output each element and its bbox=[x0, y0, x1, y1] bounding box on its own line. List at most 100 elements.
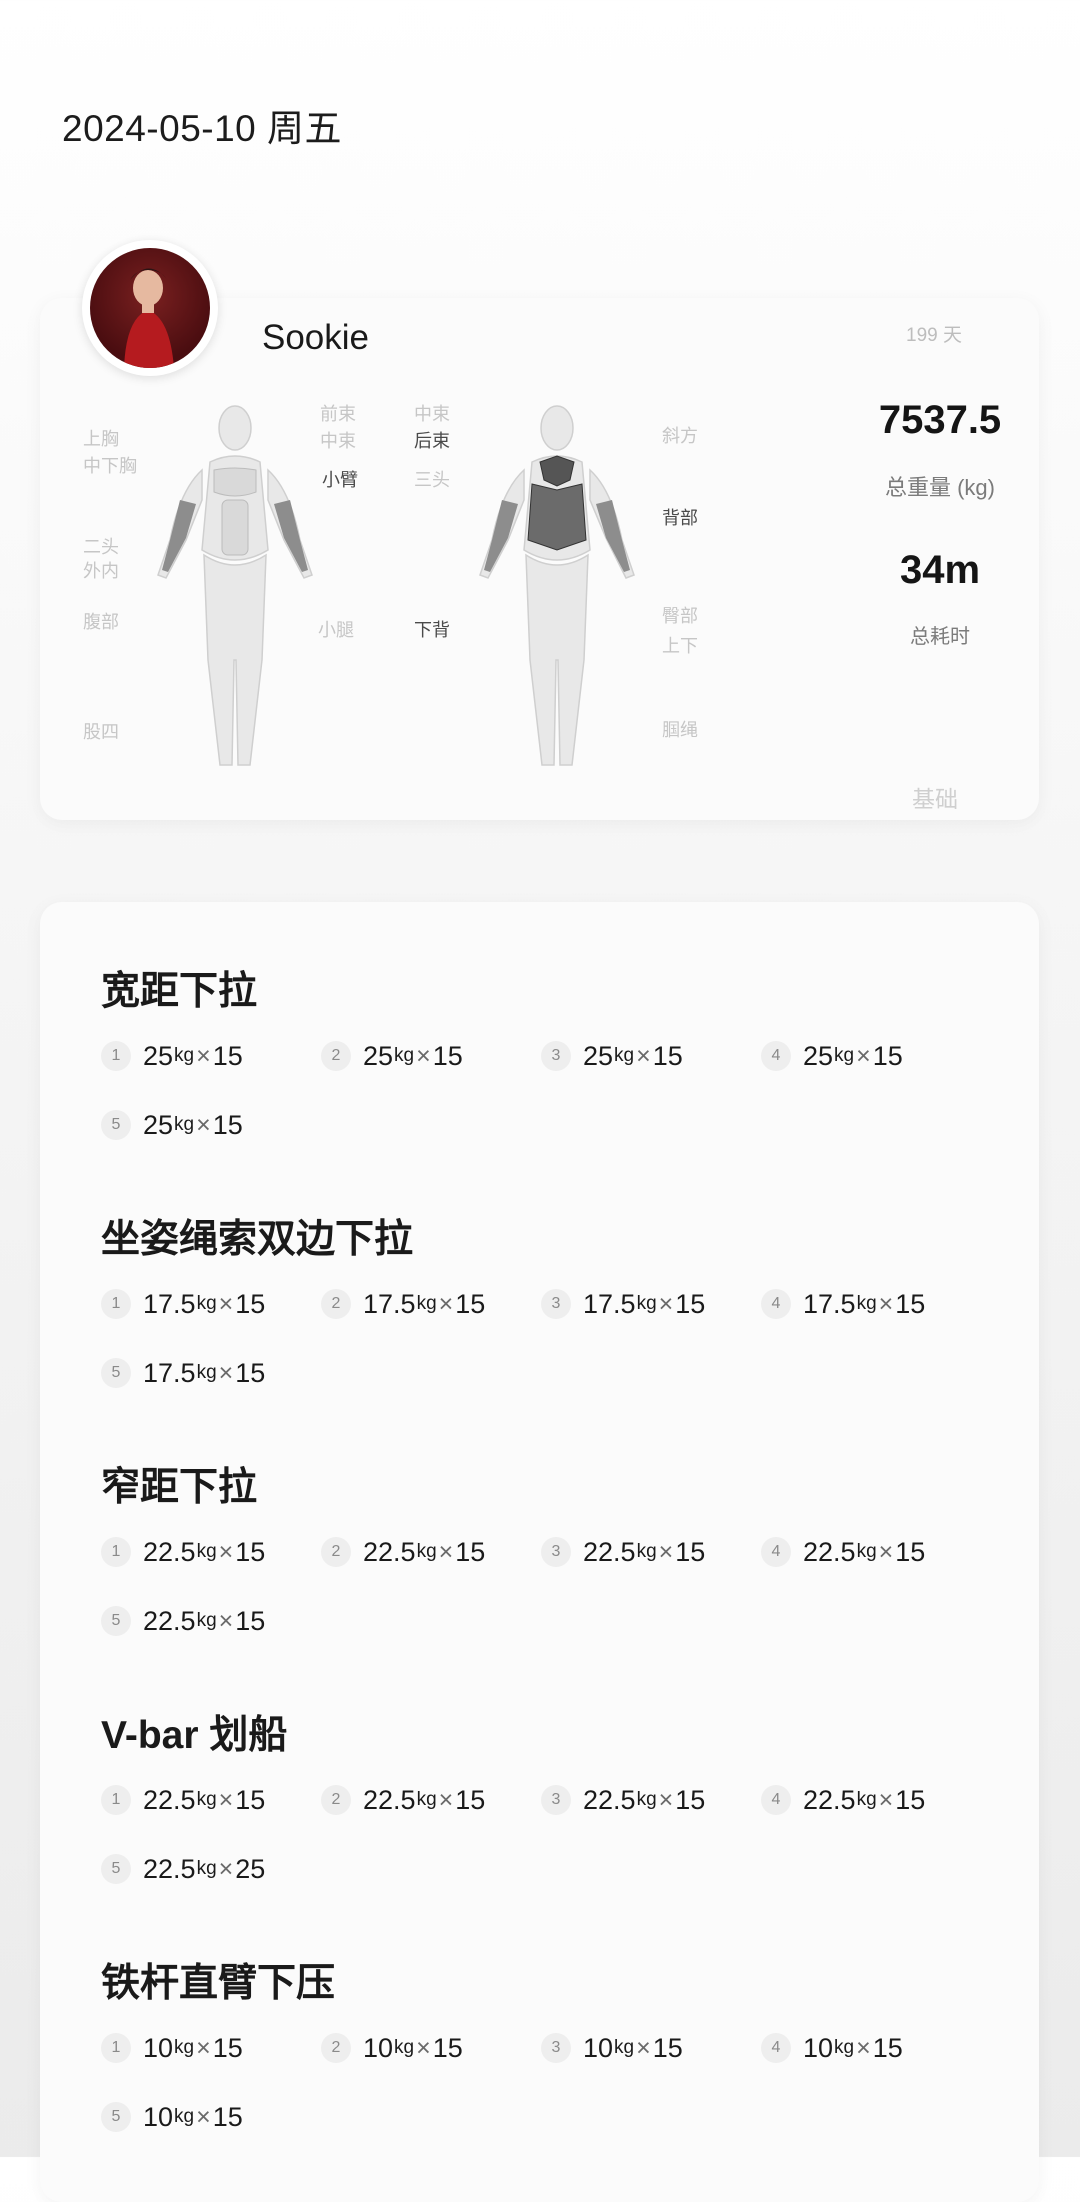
set-number-badge: 2 bbox=[321, 1537, 351, 1567]
set-reps: 15 bbox=[652, 1040, 683, 1071]
label-trapezius: 斜方 bbox=[662, 426, 698, 446]
set-times-sign: × bbox=[878, 1785, 894, 1814]
set-times-sign: × bbox=[218, 1606, 234, 1635]
set-times-sign: × bbox=[218, 1358, 234, 1387]
set-weight: 22.5 bbox=[363, 1784, 416, 1815]
set-number-badge: 5 bbox=[101, 1358, 131, 1388]
label-front-delt: 前束 bbox=[320, 404, 356, 424]
set-weight: 17.5 bbox=[143, 1288, 196, 1319]
label-mid-delt-back: 中束 bbox=[414, 404, 450, 424]
set-reps: 15 bbox=[212, 2101, 243, 2132]
set-item[interactable]: 5 17.5 kg × 15 bbox=[101, 1353, 265, 1393]
set-number-badge: 5 bbox=[101, 2102, 131, 2132]
label-lower-back: 下背 bbox=[414, 620, 450, 640]
set-times-sign: × bbox=[658, 1537, 674, 1566]
set-unit: kg bbox=[196, 1541, 217, 1562]
label-mid-lower-chest: 中下胸 bbox=[83, 456, 137, 476]
set-item[interactable]: 2 22.5 kg × 15 bbox=[321, 1532, 485, 1572]
set-unit: kg bbox=[196, 1789, 217, 1810]
set-item[interactable]: 3 25 kg × 15 bbox=[541, 1036, 683, 1076]
set-reps: 15 bbox=[432, 1040, 463, 1071]
set-unit: kg bbox=[394, 2037, 415, 2058]
set-reps: 15 bbox=[212, 1040, 243, 1071]
set-unit: kg bbox=[416, 1789, 437, 1810]
set-reps: 15 bbox=[675, 1288, 706, 1319]
set-item[interactable]: 5 10 kg × 15 bbox=[101, 2097, 243, 2137]
set-unit: kg bbox=[834, 1045, 855, 1066]
set-item[interactable]: 5 22.5 kg × 15 bbox=[101, 1601, 265, 1641]
set-item[interactable]: 3 17.5 kg × 15 bbox=[541, 1284, 705, 1324]
set-weight: 25 bbox=[143, 1040, 174, 1071]
total-time-label: 总耗时 bbox=[910, 626, 970, 648]
set-item[interactable]: 4 17.5 kg × 15 bbox=[761, 1284, 925, 1324]
set-item[interactable]: 3 10 kg × 15 bbox=[541, 2028, 683, 2068]
set-reps: 15 bbox=[872, 2032, 903, 2063]
set-weight: 10 bbox=[363, 2032, 394, 2063]
streak-days: 199 天 bbox=[906, 325, 962, 346]
set-times-sign: × bbox=[416, 1041, 431, 1070]
label-biceps: 二头 bbox=[83, 537, 119, 557]
set-item[interactable]: 1 25 kg × 15 bbox=[101, 1036, 243, 1076]
set-times-sign: × bbox=[218, 1537, 234, 1566]
set-item[interactable]: 4 10 kg × 15 bbox=[761, 2028, 903, 2068]
set-weight: 17.5 bbox=[363, 1288, 416, 1319]
set-reps: 15 bbox=[212, 2032, 243, 2063]
set-times-sign: × bbox=[196, 2102, 211, 2131]
set-reps: 15 bbox=[455, 1536, 486, 1567]
set-weight: 22.5 bbox=[803, 1536, 856, 1567]
set-item[interactable]: 1 22.5 kg × 15 bbox=[101, 1780, 265, 1820]
set-number-badge: 4 bbox=[761, 1041, 791, 1071]
set-number-badge: 1 bbox=[101, 1289, 131, 1319]
set-times-sign: × bbox=[218, 1785, 234, 1814]
set-item[interactable]: 3 22.5 kg × 15 bbox=[541, 1780, 705, 1820]
set-item[interactable]: 1 10 kg × 15 bbox=[101, 2028, 243, 2068]
set-times-sign: × bbox=[658, 1785, 674, 1814]
set-weight: 22.5 bbox=[143, 1784, 196, 1815]
set-number-badge: 5 bbox=[101, 1854, 131, 1884]
set-reps: 15 bbox=[872, 1040, 903, 1071]
set-item[interactable]: 5 22.5 kg × 25 bbox=[101, 1849, 265, 1889]
set-item[interactable]: 4 22.5 kg × 15 bbox=[761, 1780, 925, 1820]
set-reps: 15 bbox=[675, 1536, 706, 1567]
set-times-sign: × bbox=[196, 1110, 211, 1139]
total-time-value: 34m bbox=[899, 548, 981, 592]
total-weight-value: 7537.5 bbox=[878, 398, 1002, 442]
set-number-badge: 3 bbox=[541, 1785, 571, 1815]
set-unit: kg bbox=[614, 2037, 635, 2058]
label-forearm-outer: 外内 bbox=[83, 561, 119, 581]
set-item[interactable]: 4 22.5 kg × 15 bbox=[761, 1532, 925, 1572]
set-item[interactable]: 5 25 kg × 15 bbox=[101, 1105, 243, 1145]
set-number-badge: 2 bbox=[321, 1785, 351, 1815]
set-item[interactable]: 1 17.5 kg × 15 bbox=[101, 1284, 265, 1324]
set-item[interactable]: 4 25 kg × 15 bbox=[761, 1036, 903, 1076]
set-item[interactable]: 2 10 kg × 15 bbox=[321, 2028, 463, 2068]
set-item[interactable]: 2 17.5 kg × 15 bbox=[321, 1284, 485, 1324]
set-times-sign: × bbox=[438, 1289, 454, 1318]
set-unit: kg bbox=[834, 2037, 855, 2058]
exercise-title: 宽距下拉 bbox=[101, 970, 258, 1013]
avatar[interactable] bbox=[82, 240, 218, 376]
set-times-sign: × bbox=[438, 1537, 454, 1566]
set-unit: kg bbox=[196, 1293, 217, 1314]
set-reps: 15 bbox=[235, 1288, 266, 1319]
set-reps: 15 bbox=[895, 1288, 926, 1319]
set-unit: kg bbox=[416, 1541, 437, 1562]
label-triceps: 三头 bbox=[414, 470, 450, 490]
set-unit: kg bbox=[174, 1114, 195, 1135]
set-reps: 15 bbox=[212, 1109, 243, 1140]
set-item[interactable]: 1 22.5 kg × 15 bbox=[101, 1532, 265, 1572]
set-weight: 25 bbox=[143, 1109, 174, 1140]
set-unit: kg bbox=[614, 1045, 635, 1066]
set-weight: 22.5 bbox=[583, 1536, 636, 1567]
set-item[interactable]: 2 22.5 kg × 15 bbox=[321, 1780, 485, 1820]
set-unit: kg bbox=[174, 2037, 195, 2058]
set-item[interactable]: 2 25 kg × 15 bbox=[321, 1036, 463, 1076]
set-unit: kg bbox=[174, 2106, 195, 2127]
set-number-badge: 4 bbox=[761, 2033, 791, 2063]
set-item[interactable]: 3 22.5 kg × 15 bbox=[541, 1532, 705, 1572]
label-forearm: 小臂 bbox=[322, 470, 358, 490]
set-number-badge: 5 bbox=[101, 1606, 131, 1636]
set-reps: 15 bbox=[235, 1536, 266, 1567]
set-times-sign: × bbox=[878, 1289, 894, 1318]
label-hamstrings: 腘绳 bbox=[662, 720, 698, 740]
